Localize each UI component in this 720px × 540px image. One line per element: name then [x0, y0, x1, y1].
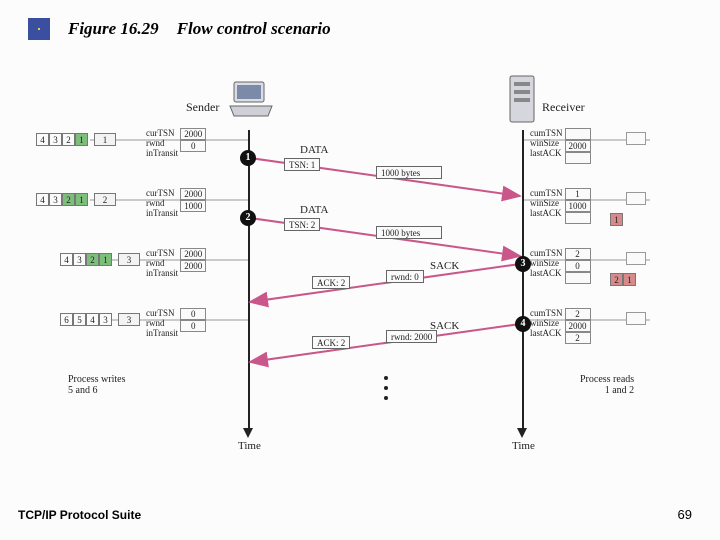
receiver-slot — [626, 192, 646, 205]
sender-stats: curTSNrwndinTransit20002000 — [146, 248, 206, 278]
page-number: 69 — [678, 507, 692, 522]
sender-buffer: 65433 — [60, 312, 140, 326]
figure-number: Figure 16.29 — [68, 19, 159, 39]
receiver-stats: cumTSNwinSizelastACK220002 — [530, 308, 591, 344]
process-writes-note: Process writes 5 and 6 — [68, 374, 126, 396]
time-label-receiver: Time — [512, 440, 535, 452]
footer-text: TCP/IP Protocol Suite — [18, 508, 141, 522]
step-badge-1: 1 — [240, 150, 256, 166]
figure-title: Flow control scenario — [177, 19, 331, 39]
msg-box-bytes-2: 1000 bytes — [376, 226, 442, 239]
receiver-timeline — [522, 130, 524, 430]
arrow-down-icon — [243, 428, 253, 438]
sender-timeline — [248, 130, 250, 430]
laptop-icon — [228, 80, 274, 120]
sender-label: Sender — [186, 100, 219, 115]
receiver-stats: cumTSNwinSizelastACK20 — [530, 248, 591, 284]
flow-control-diagram: Sender Receiver Time Time — [90, 78, 650, 458]
msg-box-rwnd-3: rwnd: 0 — [386, 270, 424, 283]
step-badge-4: 4 — [515, 316, 531, 332]
msg-box-tsn-2: TSN: 2 — [284, 218, 320, 231]
sender-stats: curTSNrwndinTransit00 — [146, 308, 206, 338]
receiver-queue: 1 — [610, 212, 623, 226]
sender-stats: curTSNrwndinTransit20001000 — [146, 188, 206, 218]
time-label-sender: Time — [238, 440, 261, 452]
msg-box-rwnd-4: rwnd: 2000 — [386, 330, 437, 343]
arrow-down-icon — [517, 428, 527, 438]
server-icon — [504, 72, 540, 128]
process-reads-note: Process reads 1 and 2 — [580, 374, 634, 396]
step-badge-2: 2 — [240, 210, 256, 226]
receiver-slot — [626, 132, 646, 145]
slide-bullet — [28, 18, 50, 40]
msg-box-ack-4: ACK: 2 — [312, 336, 350, 349]
step-badge-3: 3 — [515, 256, 531, 272]
msg-box-ack-3: ACK: 2 — [312, 276, 350, 289]
msg-box-bytes-1: 1000 bytes — [376, 166, 442, 179]
msg-top-2: DATA — [300, 204, 328, 216]
sender-buffer: 43212 — [36, 192, 116, 206]
receiver-stats: cumTSNwinSizelastACK11000 — [530, 188, 591, 224]
msg-top-1: DATA — [300, 144, 328, 156]
receiver-label: Receiver — [542, 100, 585, 115]
msg-box-tsn-1: TSN: 1 — [284, 158, 320, 171]
receiver-slot — [626, 312, 646, 325]
receiver-slot — [626, 252, 646, 265]
msg-top-3: SACK — [430, 260, 459, 272]
sender-buffer: 43211 — [36, 132, 116, 146]
receiver-queue: 21 — [610, 272, 636, 286]
sender-buffer: 43213 — [60, 252, 140, 266]
sender-stats: curTSNrwndinTransit20000 — [146, 128, 206, 158]
receiver-stats: cumTSNwinSizelastACK 2000 — [530, 128, 591, 164]
